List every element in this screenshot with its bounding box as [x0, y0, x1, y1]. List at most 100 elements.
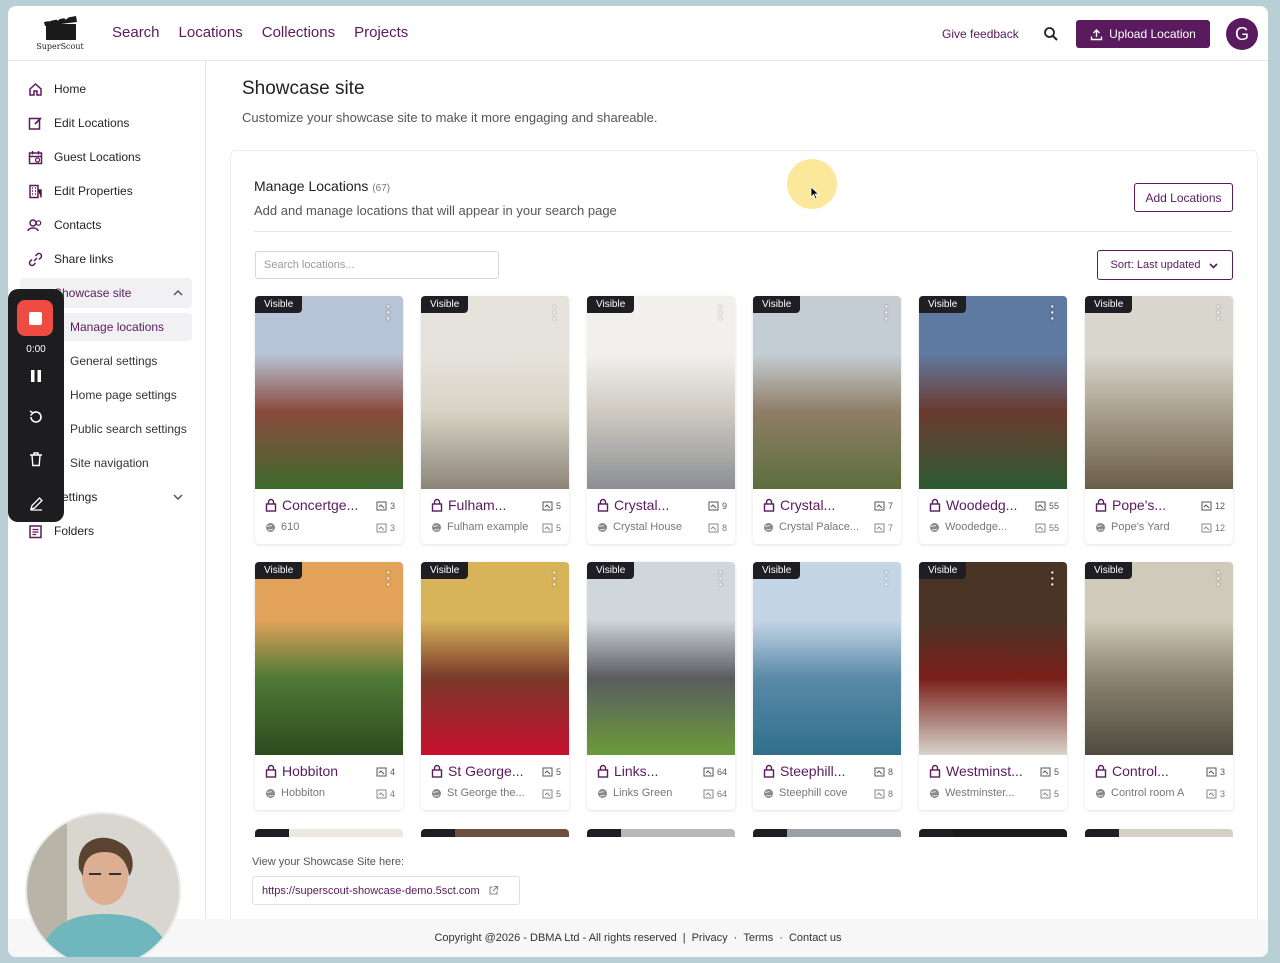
more-options-icon[interactable]: · · · [884, 565, 889, 591]
sidebar-item-contacts[interactable]: Contacts [20, 210, 192, 240]
pen-icon[interactable] [25, 492, 47, 514]
location-card[interactable]: Visible · · · Pope's... 12 Pope's Yard 12 [1085, 296, 1233, 544]
location-name-row[interactable]: St George... [431, 763, 535, 779]
sidebar-item-home[interactable]: Home [20, 74, 192, 104]
sidebar-sub-site-navigation[interactable]: Site navigation [62, 449, 192, 477]
location-image[interactable] [753, 296, 901, 489]
upload-location-button[interactable]: Upload Location [1076, 20, 1210, 48]
more-options-icon[interactable]: · · · [718, 299, 723, 325]
location-name-row[interactable]: Control... [1095, 763, 1199, 779]
user-avatar[interactable]: G [1226, 18, 1258, 50]
more-options-icon[interactable]: · · · [1216, 299, 1221, 325]
location-image[interactable] [753, 562, 901, 755]
give-feedback-link[interactable]: Give feedback [942, 27, 1019, 41]
location-card[interactable]: Visible · · · Hobbiton 4 Hobbiton 4 [255, 562, 403, 810]
location-image[interactable] [587, 296, 735, 489]
more-options-icon[interactable]: · · · [718, 565, 723, 591]
footer-link-contact[interactable]: Contact us [789, 932, 842, 944]
search-icon[interactable] [1043, 26, 1059, 42]
location-card[interactable]: Visible · · · Woodedg... 55 Woodedge... 55 [919, 296, 1067, 544]
location-image[interactable] [255, 296, 403, 489]
recording-time: 0:00 [26, 344, 46, 355]
sidebar-sub-home-page-settings[interactable]: Home page settings [62, 381, 192, 409]
more-options-icon[interactable]: · · · [884, 299, 889, 325]
showcase-url-link[interactable]: https://superscout-showcase-demo.5sct.co… [252, 876, 520, 905]
location-name: Pope's... [1112, 497, 1167, 513]
location-name-row[interactable]: Hobbiton [265, 763, 369, 779]
more-options-icon[interactable]: · · · [552, 565, 557, 591]
stop-recording-button[interactable] [17, 300, 53, 336]
location-image[interactable] [421, 562, 569, 755]
nav-projects[interactable]: Projects [354, 24, 408, 41]
restart-icon[interactable] [25, 406, 47, 428]
more-options-icon[interactable]: · · · [386, 565, 391, 591]
building-icon [26, 182, 44, 200]
more-options-icon[interactable]: · · · [386, 299, 391, 325]
lock-icon [763, 764, 775, 778]
location-card-partial[interactable] [587, 829, 735, 837]
location-card[interactable]: Visible · · · Crystal... 7 Crystal Palace... 7 [753, 296, 901, 544]
location-card-partial[interactable] [753, 829, 901, 837]
location-card[interactable]: Visible · · · Concertge... 3 610 3 [255, 296, 403, 544]
external-link-icon [489, 885, 498, 895]
search-locations-input[interactable]: Search locations... [255, 251, 499, 279]
sidebar-item-guest-locations[interactable]: Guest Locations [20, 142, 192, 172]
sidebar-item-edit-properties[interactable]: Edit Properties [20, 176, 192, 206]
footer-link-terms[interactable]: Terms [743, 932, 773, 944]
sidebar-sub-public-search-settings[interactable]: Public search settings [62, 415, 192, 443]
pause-icon[interactable] [25, 365, 47, 387]
more-options-icon[interactable]: · · · [1216, 565, 1221, 591]
location-card[interactable]: Visible · · · Westminst... 5 Westminster... 5 [919, 562, 1067, 810]
image-count: 5 [1040, 767, 1059, 777]
location-card[interactable]: Visible · · · Crystal... 9 Crystal House 8 [587, 296, 735, 544]
location-name-row[interactable]: Crystal... [763, 497, 867, 513]
location-image[interactable] [1085, 562, 1233, 755]
location-name-row[interactable]: Steephill... [763, 763, 867, 779]
location-image[interactable] [919, 296, 1067, 489]
location-image[interactable] [1085, 296, 1233, 489]
location-name-row[interactable]: Pope's... [1095, 497, 1199, 513]
sort-dropdown[interactable]: Sort: Last updated [1097, 250, 1233, 280]
nav-locations[interactable]: Locations [179, 24, 243, 41]
sidebar-item-edit-locations[interactable]: Edit Locations [20, 108, 192, 138]
location-image[interactable] [587, 562, 735, 755]
chevron-down-icon[interactable] [172, 491, 184, 503]
location-name-row[interactable]: Westminst... [929, 763, 1033, 779]
location-subtitle-row: Pope's Yard [1095, 521, 1203, 533]
logo[interactable]: SuperScout [32, 12, 88, 54]
chevron-up-icon[interactable] [172, 287, 184, 299]
location-card[interactable]: Visible · · · Links... 64 Links Green 64 [587, 562, 735, 810]
nav-search[interactable]: Search [112, 24, 160, 41]
sidebar-sub-general-settings[interactable]: General settings [62, 347, 192, 375]
more-options-icon[interactable]: · · · [552, 299, 557, 325]
location-name-row[interactable]: Crystal... [597, 497, 701, 513]
sidebar-item-share-links[interactable]: Share links [20, 244, 192, 274]
location-card[interactable]: Visible · · · Fulham... 5 Fulham example 5 [421, 296, 569, 544]
location-card[interactable]: Visible · · · St George... 5 St George the... 5 [421, 562, 569, 810]
images-icon [703, 789, 714, 799]
upload-icon [1090, 28, 1103, 40]
location-name-row[interactable]: Links... [597, 763, 701, 779]
location-image[interactable] [421, 296, 569, 489]
location-image[interactable] [919, 562, 1067, 755]
add-locations-button[interactable]: Add Locations [1134, 183, 1233, 212]
location-subtitle: Crystal House [613, 521, 683, 533]
trash-icon[interactable] [25, 448, 47, 470]
location-card[interactable]: Visible · · · Steephill... 8 Steephill cove 8 [753, 562, 901, 810]
sidebar-sub-manage-locations[interactable]: Manage locations [56, 313, 192, 341]
more-options-icon[interactable]: · · · [1050, 299, 1055, 325]
footer-link-privacy[interactable]: Privacy [692, 932, 728, 944]
location-card-partial[interactable] [255, 829, 403, 837]
location-subtitle: Fulham example [447, 521, 529, 533]
location-card-partial[interactable] [1085, 829, 1233, 837]
location-name-row[interactable]: Concertge... [265, 497, 369, 513]
location-name-row[interactable]: Woodedg... [929, 497, 1033, 513]
nav-collections[interactable]: Collections [262, 24, 335, 41]
image-count-value: 5 [1053, 767, 1059, 777]
location-image[interactable] [255, 562, 403, 755]
more-options-icon[interactable]: · · · [1050, 565, 1055, 591]
location-name-row[interactable]: Fulham... [431, 497, 535, 513]
location-card[interactable]: Visible · · · Control... 3 Control room A 3 [1085, 562, 1233, 810]
location-card-partial[interactable] [421, 829, 569, 837]
location-card-partial[interactable] [919, 829, 1067, 837]
